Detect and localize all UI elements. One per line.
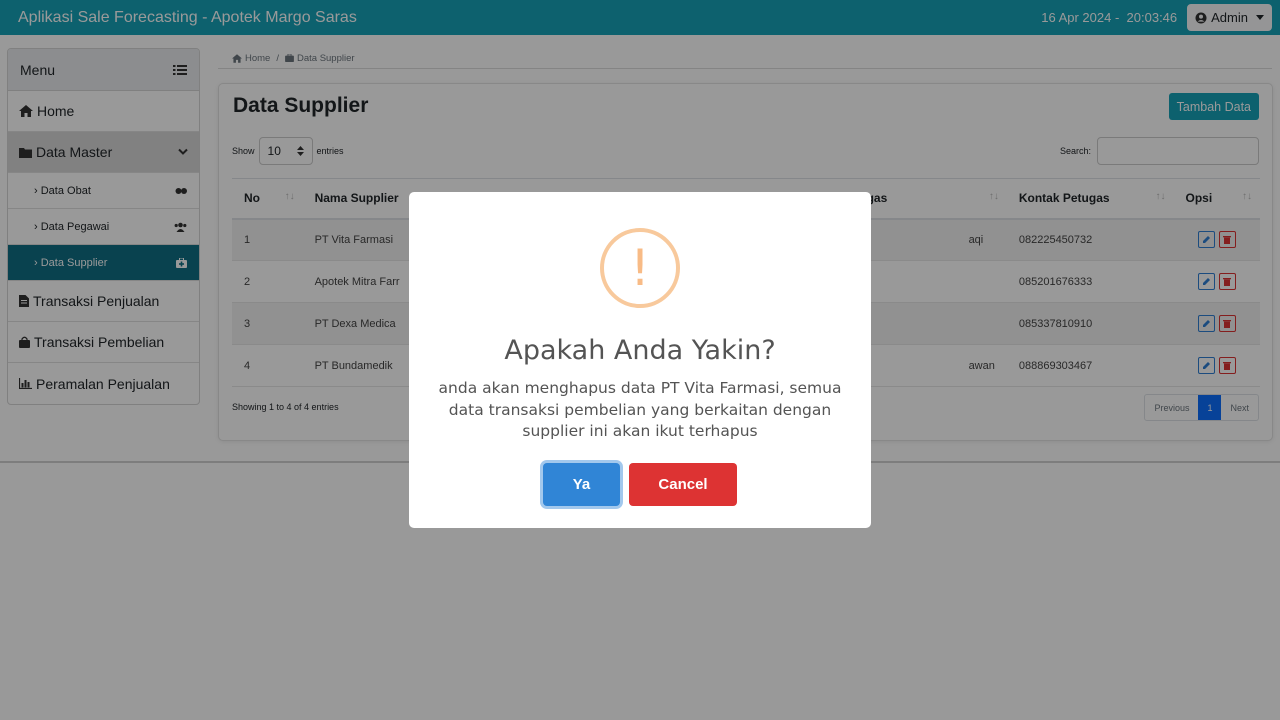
dialog-message: anda akan menghapus data PT Vita Farmasi… [438,379,842,440]
dialog-title: Apakah Anda Yakin? [504,335,776,366]
cancel-button[interactable]: Cancel [629,463,737,506]
confirm-button[interactable]: Ya [543,463,620,506]
warning-icon: ! [600,228,680,308]
confirm-delete-dialog: ! Apakah Anda Yakin? anda akan menghapus… [409,192,871,528]
